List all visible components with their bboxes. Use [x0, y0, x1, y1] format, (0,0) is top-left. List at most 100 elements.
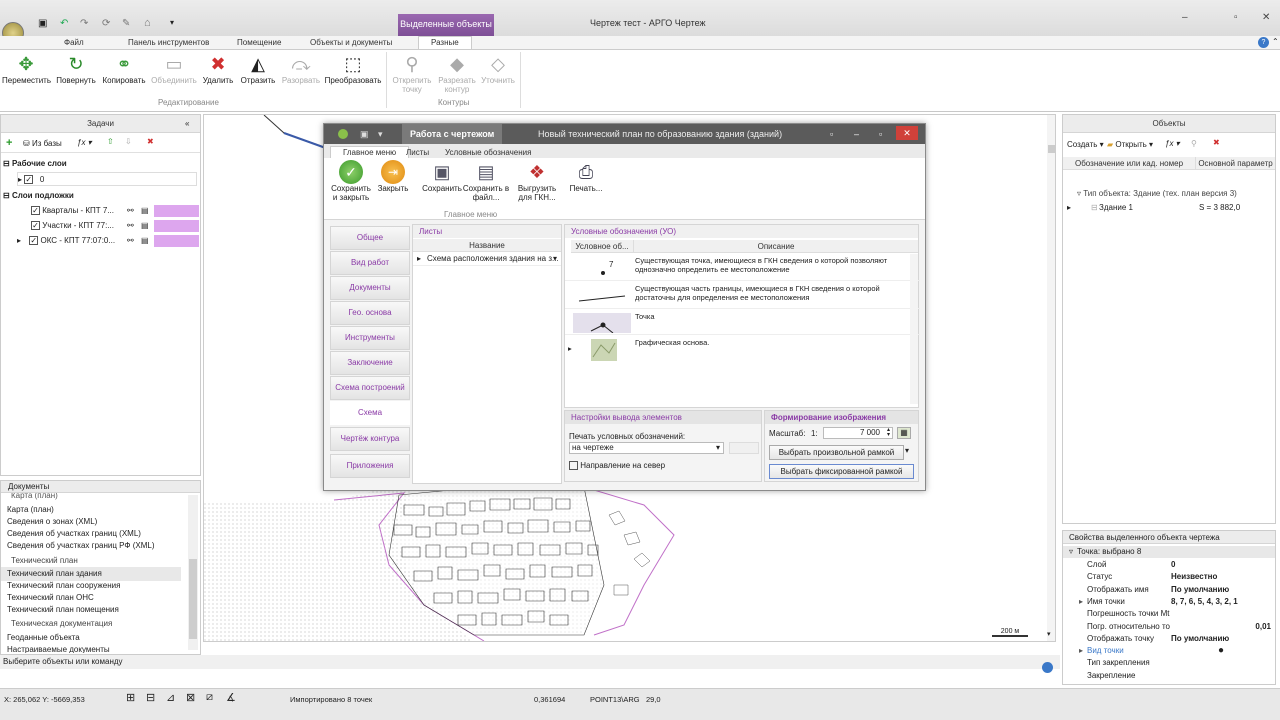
snap-ortho-icon[interactable]: ⊟: [146, 691, 155, 704]
legend-col-symbol[interactable]: Условное об...: [571, 240, 633, 253]
north-direction-checkbox[interactable]: Направление на север: [569, 461, 665, 471]
copy-button[interactable]: ⚭ Копировать: [100, 50, 148, 85]
property-row[interactable]: Отображать точку По умолчанию: [1063, 633, 1275, 645]
dialog-minimize-icon[interactable]: –: [854, 124, 859, 144]
select-fixed-frame-button[interactable]: Выбрать фиксированной рамкой: [769, 464, 914, 479]
side-contour-drawing[interactable]: Чертёж контура: [330, 427, 410, 451]
ribbon-collapse-icon[interactable]: ⌃: [1272, 37, 1279, 46]
snap-point-icon[interactable]: ⊠: [186, 691, 195, 704]
col-header-designation[interactable]: Обозначение или кад. номер: [1063, 157, 1195, 170]
dialog-maximize-icon[interactable]: ▫: [879, 124, 882, 144]
side-appendices[interactable]: Приложения: [330, 454, 410, 478]
doc-item[interactable]: Карта (план): [11, 493, 58, 503]
side-tools[interactable]: Инструменты: [330, 326, 410, 350]
side-general[interactable]: Общее: [330, 226, 410, 250]
doc-item[interactable]: Сведения об участках границ РФ (XML): [7, 539, 155, 553]
from-base-button[interactable]: ⛁ Из базы: [23, 139, 62, 148]
legend-col-description[interactable]: Описание: [633, 240, 918, 253]
tab-room[interactable]: Помещение: [237, 38, 281, 47]
delete-object-icon[interactable]: ✖: [1213, 138, 1220, 147]
mirror-button[interactable]: ◭ Отразить: [234, 50, 282, 85]
formula-icon[interactable]: ƒx ▾: [77, 138, 92, 147]
dialog-restore-icon[interactable]: ▫: [830, 124, 833, 144]
export-gkn-button[interactable]: ❖ Выгрузить для ГКН...: [513, 158, 561, 202]
tab-objects-docs[interactable]: Объекты и документы: [310, 38, 392, 47]
dialog-save-icon[interactable]: ▣: [360, 124, 369, 144]
tab-file[interactable]: Файл: [64, 38, 84, 47]
save-and-close-button[interactable]: ✓ Сохранить и закрыть: [328, 158, 374, 202]
save-button[interactable]: ▣ Сохранить: [418, 158, 466, 193]
rotate-button[interactable]: ↻ Повернуть: [52, 50, 100, 85]
style-icon[interactable]: ▤: [141, 204, 149, 218]
unpin-point-button[interactable]: ⚲ Открепить точку: [388, 50, 436, 94]
legend-row[interactable]: ▸ Графическая основа.: [565, 336, 920, 361]
property-row[interactable]: Статус Неизвестно: [1063, 571, 1275, 583]
redo-icon[interactable]: ↷: [80, 18, 88, 29]
property-row[interactable]: ▸ Имя точки 8, 7, 6, 5, 4, 3, 2, 1: [1063, 596, 1275, 608]
legend-row[interactable]: Точка: [565, 310, 920, 335]
save-to-file-button[interactable]: ▤ Сохранить в файл...: [462, 158, 510, 202]
layer-row-0[interactable]: ▸ ✓ 0: [17, 172, 197, 186]
working-layers-header[interactable]: ⊟ Рабочие слои: [3, 157, 67, 171]
refine-button[interactable]: ◇ Уточнить: [474, 50, 522, 85]
dialog-close-button[interactable]: ✕: [896, 126, 918, 140]
property-row[interactable]: Закрепление: [1063, 670, 1275, 682]
refresh-icon[interactable]: ⟳: [102, 18, 110, 29]
sheets-col-header[interactable]: Название: [413, 239, 561, 252]
binoculars-icon[interactable]: ⚯: [127, 204, 134, 218]
create-button[interactable]: Создать ▾: [1067, 140, 1104, 149]
print-button[interactable]: ⎙ Печать...: [562, 158, 610, 193]
style-icon[interactable]: ▤: [141, 219, 149, 233]
frame-dropdown-icon[interactable]: ▾: [905, 446, 909, 455]
tab-misc[interactable]: Разные: [418, 36, 472, 49]
dialog-tab-legend[interactable]: Условные обозначения: [445, 148, 531, 157]
delete-layer-icon[interactable]: ✖: [147, 137, 154, 146]
layer-checkbox[interactable]: ✓: [24, 175, 34, 185]
maximize-icon[interactable]: ▫: [1234, 12, 1238, 23]
scale-input[interactable]: 7 000 ▴ ▾: [823, 427, 893, 439]
tab-toolbar[interactable]: Панель инструментов: [128, 38, 209, 47]
apply-scale-icon[interactable]: ▦: [897, 427, 911, 439]
property-row[interactable]: Слой 0: [1063, 559, 1275, 571]
scroll-down-icon[interactable]: ▾: [1047, 630, 1051, 638]
side-geo-basis[interactable]: Гео. основа: [330, 301, 410, 325]
qat-dropdown-icon[interactable]: ▾: [170, 18, 174, 27]
close-button[interactable]: ⇥ Закрыть: [372, 158, 414, 193]
object-group-row[interactable]: ▿ Тип объекта: Здание (тех. план версия …: [1077, 187, 1237, 201]
dialog-qat-dropdown-icon[interactable]: ▾: [378, 124, 383, 144]
side-construction-scheme[interactable]: Схема построений: [330, 376, 410, 400]
layer-color-swatch[interactable]: [154, 235, 199, 247]
info-icon[interactable]: [1042, 662, 1053, 673]
underlay-checkbox[interactable]: ✓: [31, 221, 40, 231]
select-arbitrary-frame-button[interactable]: Выбрать произвольной рамкой: [769, 445, 904, 460]
property-row[interactable]: Тип закрепления: [1063, 657, 1275, 669]
home-icon[interactable]: ⌂: [144, 17, 151, 29]
property-row[interactable]: Отображать имя По умолчанию: [1063, 584, 1275, 596]
close-window-icon[interactable]: ✕: [1262, 12, 1270, 23]
property-row[interactable]: Погрешность точки Mt: [1063, 608, 1275, 620]
layer-color-swatch[interactable]: [154, 205, 199, 217]
search-icon[interactable]: ⚲: [1191, 139, 1197, 148]
snap-angle-icon[interactable]: ∡: [226, 691, 236, 704]
doc-item[interactable]: Настраиваемые документы: [7, 643, 110, 653]
open-button[interactable]: ▰ Открыть ▾: [1107, 140, 1153, 149]
sheet-row[interactable]: ▸ Схема расположения здания на з... ▾: [413, 252, 561, 266]
selection-header[interactable]: ▿ Точка: выбрано 8: [1063, 546, 1275, 558]
collapse-panel-icon[interactable]: «: [185, 119, 189, 128]
move-button[interactable]: ✥ Переместить: [2, 50, 51, 85]
break-button[interactable]: ⤼ Разорвать: [277, 50, 325, 85]
sheet-dropdown-icon[interactable]: ▾: [553, 252, 557, 266]
tools-icon[interactable]: ✎: [122, 18, 130, 29]
documents-scrollbar[interactable]: [188, 495, 198, 650]
snap-grid-icon[interactable]: ⊞: [126, 691, 135, 704]
side-conclusion[interactable]: Заключение: [330, 351, 410, 375]
side-work-type[interactable]: Вид работ: [330, 251, 410, 275]
underlay-checkbox[interactable]: ✓: [31, 206, 40, 216]
layer-color-swatch[interactable]: [154, 220, 199, 232]
legend-row[interactable]: Существующая часть границы, имеющиеся в …: [565, 282, 920, 309]
dialog-tab-sheets[interactable]: Листы: [406, 148, 429, 157]
property-row[interactable]: Погр. относительно то 0,01: [1063, 621, 1275, 633]
snap-line-icon[interactable]: ⧄: [206, 691, 213, 704]
legend-scrollbar[interactable]: [910, 254, 918, 404]
underlay-checkbox[interactable]: ✓: [29, 236, 39, 246]
